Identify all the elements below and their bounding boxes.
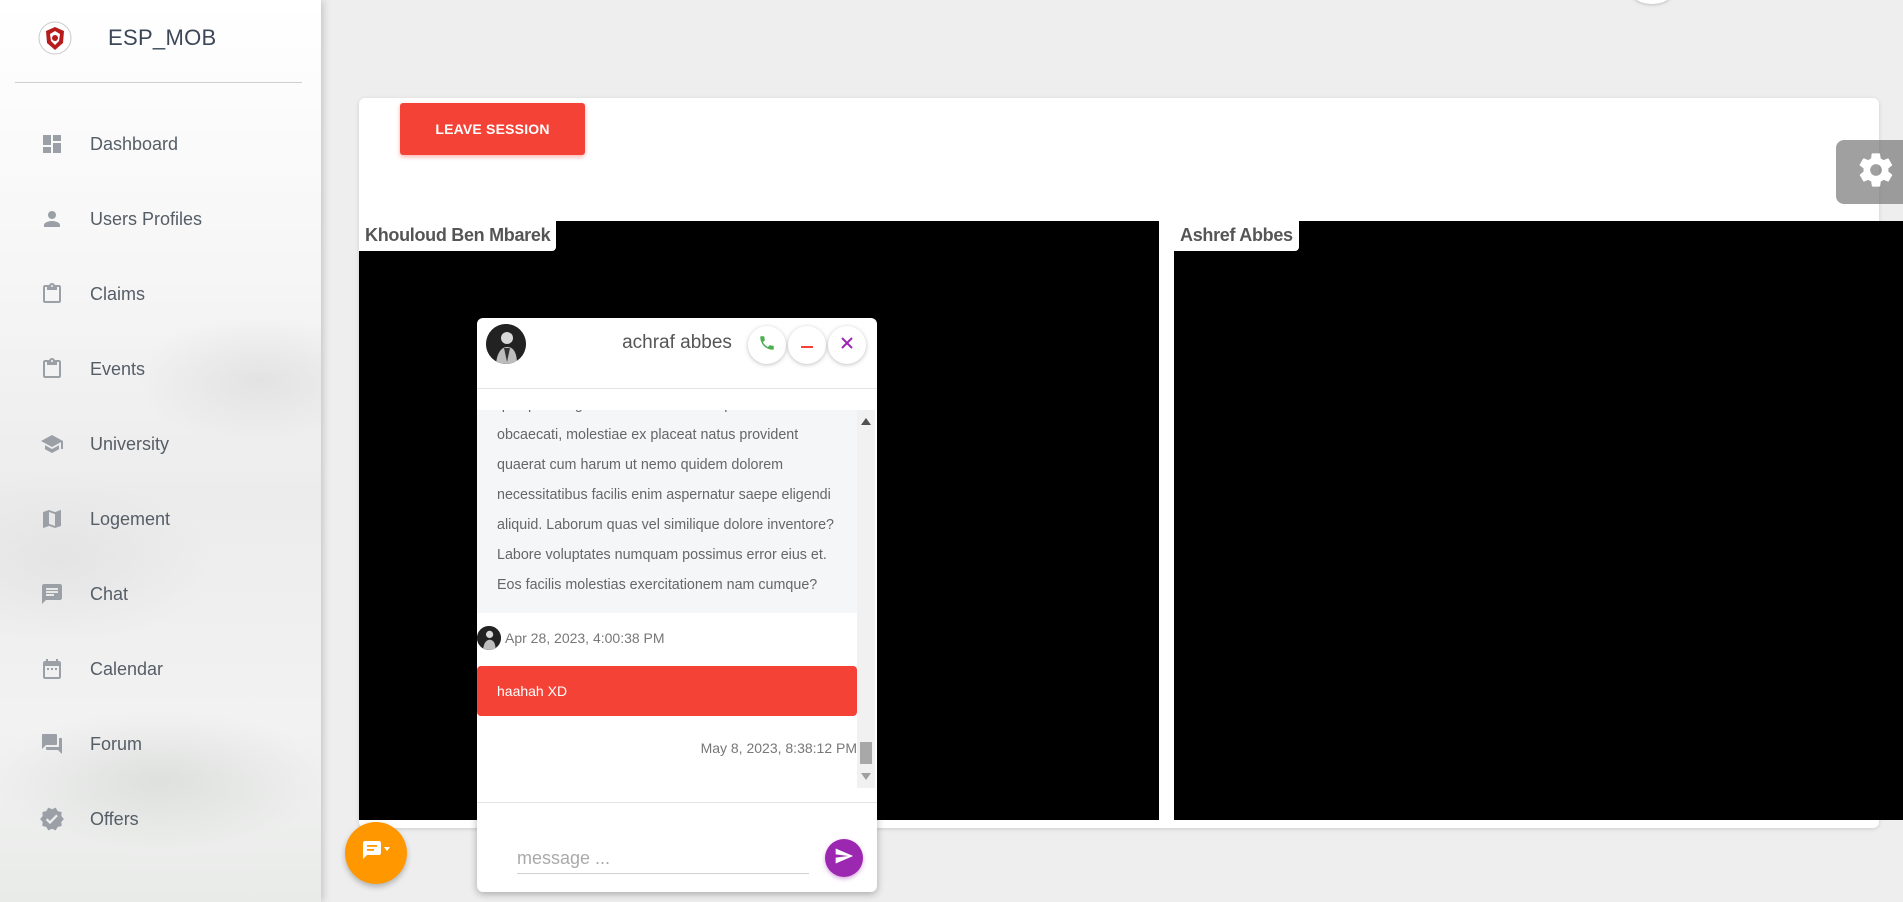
phone-icon [758,334,776,357]
sidebar-item-label: Offers [90,808,139,829]
chat-icon [361,839,391,868]
sidebar-item-users-profiles[interactable]: Users Profiles [38,199,202,239]
message-scrollbar[interactable] [857,410,875,788]
clipboard-icon [38,280,66,308]
avatar [477,626,501,650]
message-timestamp: Apr 28, 2023, 4:00:38 PM [505,630,665,646]
brand-name: ESP_MOB [108,25,217,50]
message-list[interactable]: quisquam fugiat omnis eos! Soluta quo is… [477,410,857,788]
sidebar-item-label: Users Profiles [90,208,203,229]
sidebar-item-events[interactable]: Events [38,349,145,389]
map-icon [38,505,66,533]
gear-icon [1856,150,1896,195]
scroll-down-arrow[interactable] [861,773,871,780]
user-menu-button[interactable] [1631,0,1673,4]
send-button[interactable] [825,839,863,877]
sidebar: ESP_MOB Dashboard Users Profiles Claims [0,0,321,902]
message-timestamp: May 8, 2023, 8:38:12 PM [700,740,857,756]
participant-name: Khouloud Ben Mbarek [359,221,557,251]
brand[interactable]: ESP_MOB [36,18,216,58]
calendar-icon [38,655,66,683]
forum-icon [38,730,66,758]
chat-icon [38,580,66,608]
scroll-thumb[interactable] [860,742,872,764]
school-icon [38,430,66,458]
close-button[interactable] [828,326,866,364]
sidebar-item-claims[interactable]: Claims [38,274,145,314]
close-icon [839,335,855,356]
sidebar-item-label: Logement [90,508,171,529]
participant-name: Ashref Abbes [1174,221,1299,251]
sidebar-item-label: University [90,433,170,454]
minimize-icon [799,335,815,356]
message-meta: Apr 28, 2023, 4:00:38 PM [477,626,665,650]
scroll-up-arrow[interactable] [861,418,871,425]
sidebar-item-label: Events [90,358,146,379]
message-text: haahah XD [497,683,568,699]
minimize-button[interactable] [788,326,826,364]
received-message: quisquam fugiat omnis eos! Soluta quo is… [477,410,857,613]
sidebar-item-label: Claims [90,283,146,304]
sidebar-item-offers[interactable]: Offers [38,799,139,839]
sidebar-item-dashboard[interactable]: Dashboard [38,124,178,164]
brand-logo [36,19,74,57]
video-tile: Ashref Abbes [1174,221,1903,820]
leave-session-button[interactable]: LEAVE SESSION [400,103,585,155]
sidebar-item-label: Forum [90,733,143,754]
chat-composer [477,802,877,892]
clipboard-icon [38,355,66,383]
sidebar-item-chat[interactable]: Chat [38,574,128,614]
dashboard-icon [38,130,66,158]
sidebar-item-calendar[interactable]: Calendar [38,649,163,689]
call-button[interactable] [748,326,786,364]
sidebar-item-label: Chat [90,583,129,604]
chat-header: achraf abbes [477,318,877,389]
sent-message: haahah XD [477,666,857,716]
sidebar-item-logement[interactable]: Logement [38,499,170,539]
sidebar-item-label: Dashboard [90,133,179,154]
chat-window: achraf abbes quisquam fugiat omnis eos! … [477,318,877,892]
sidebar-divider [15,82,302,83]
settings-toggle[interactable] [1836,140,1903,204]
sidebar-item-label: Calendar [90,658,164,679]
message-text: quisquam fugiat omnis eos! Soluta quo is… [497,410,834,593]
chat-fab-button[interactable] [345,822,407,884]
sidebar-item-forum[interactable]: Forum [38,724,142,764]
verified-icon [38,805,66,833]
sidebar-item-university[interactable]: University [38,424,169,464]
person-icon [38,205,66,233]
message-input[interactable] [517,843,809,874]
send-icon [834,846,854,871]
